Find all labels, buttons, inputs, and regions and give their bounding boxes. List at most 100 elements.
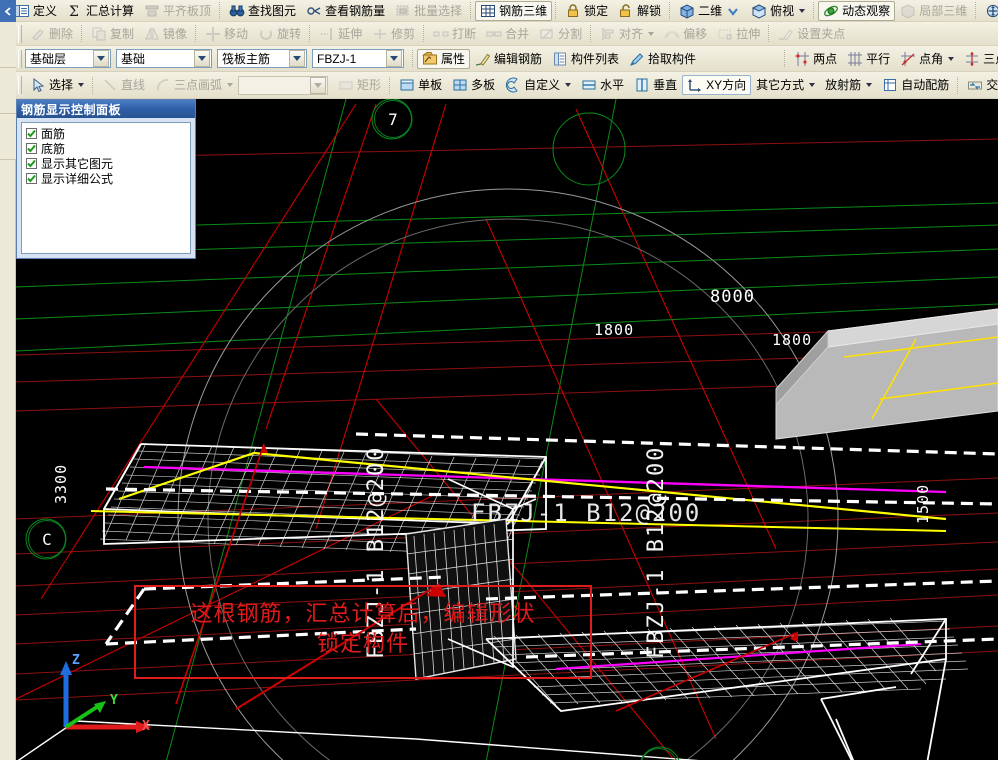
chevron-down-icon[interactable] bbox=[799, 8, 806, 13]
toolbar-button-merge[interactable]: 合并 bbox=[481, 24, 534, 44]
toolbar-button-copy[interactable]: 复制 bbox=[86, 24, 139, 44]
toolbar-button-lock[interactable]: 锁定 bbox=[560, 1, 613, 21]
toolbar-button-radial-rebar[interactable]: 放射筋 bbox=[820, 75, 877, 95]
toolbar-button-fullscreen[interactable]: 全屏 bbox=[980, 1, 998, 21]
category-combo[interactable]: 基础 bbox=[116, 49, 212, 68]
toolbar-button-line[interactable]: 直线 bbox=[97, 75, 150, 95]
toolbar-button-stretch[interactable]: 拉伸 bbox=[712, 24, 765, 44]
rail-cell[interactable] bbox=[0, 68, 16, 114]
chevron-down-icon[interactable] bbox=[948, 56, 955, 61]
three-point-arc-icon bbox=[155, 77, 171, 93]
toolbar-button-edit-rebar[interactable]: 编辑钢筋 bbox=[470, 49, 547, 69]
toolbar-button-extend[interactable]: 延伸 bbox=[314, 24, 367, 44]
toolbar-button-2d[interactable]: 二维 bbox=[674, 1, 746, 21]
checkbox-show-detailed-formula[interactable] bbox=[26, 173, 37, 184]
panel-checkbox-row[interactable]: 面筋 bbox=[26, 126, 186, 141]
rebar-type-combo[interactable]: 筏板主筋 bbox=[217, 49, 307, 68]
3d-viewport[interactable]: 8000 1800 1800 3300 1500 FBZJ-1 B12@200 … bbox=[16, 99, 998, 760]
toolbar-label: 二维 bbox=[698, 3, 723, 18]
chevron-down-icon[interactable] bbox=[725, 3, 741, 19]
multi-slab-icon bbox=[452, 77, 468, 93]
toolbar-button-rotate[interactable]: 旋转 bbox=[253, 24, 306, 44]
toolbar-button-set-grip[interactable]: 设置夹点 bbox=[773, 24, 850, 44]
toolbar-button-three-point-axis[interactable]: 三点辅轴 bbox=[959, 49, 998, 69]
chevron-down-icon[interactable] bbox=[809, 83, 816, 87]
toolbar-label: 镜像 bbox=[163, 26, 188, 41]
toolbar-button-three-point-arc[interactable]: 三点画弧 bbox=[150, 75, 238, 95]
toolbar-button-multi-slab[interactable]: 多板 bbox=[447, 75, 500, 95]
toolbar-button-break[interactable]: 打断 bbox=[428, 24, 481, 44]
toolbar-button-properties[interactable]: 属性 bbox=[417, 48, 471, 69]
checkbox-dijin[interactable] bbox=[26, 143, 37, 154]
rectangle-icon bbox=[338, 77, 354, 93]
toolbar-button-move[interactable]: 移动 bbox=[200, 24, 253, 44]
toolbar-button-offset[interactable]: 偏移 bbox=[659, 24, 712, 44]
draw-mode-combo[interactable] bbox=[238, 75, 329, 95]
toolbar-grip[interactable] bbox=[18, 24, 22, 43]
chevron-down-icon[interactable] bbox=[648, 31, 655, 36]
toolbar-button-top-view[interactable]: 俯视 bbox=[746, 1, 810, 21]
dim-1800a: 1800 bbox=[594, 321, 635, 339]
toolbar-button-split[interactable]: 分割 bbox=[534, 24, 587, 44]
chevron-down-icon[interactable] bbox=[93, 50, 109, 67]
toolbar-button-single-slab[interactable]: 单板 bbox=[394, 75, 447, 95]
toolbar-grip[interactable] bbox=[18, 76, 22, 94]
toolbar-button-swap-lr-label[interactable]: 交换左右标注 bbox=[962, 75, 998, 95]
toolbar-button-custom[interactable]: 自定义 bbox=[500, 75, 576, 95]
unlock-icon bbox=[618, 3, 634, 19]
toolbar-label: 对齐 bbox=[619, 26, 644, 41]
toolbar-button-trim[interactable]: 修剪 bbox=[367, 24, 420, 44]
toolbar-grip[interactable] bbox=[18, 49, 22, 68]
toolbar-button-rebar-3d[interactable]: 钢筋三维 bbox=[475, 0, 553, 21]
toolbar-button-member-list[interactable]: 构件列表 bbox=[547, 49, 624, 69]
chevron-down-icon[interactable] bbox=[386, 50, 402, 67]
toolbar-button-find-element[interactable]: 查找图元 bbox=[224, 1, 301, 21]
toolbar-label: 拾取构件 bbox=[648, 51, 697, 66]
chevron-down-icon[interactable] bbox=[310, 76, 327, 94]
toolbar-button-point-angle-axis[interactable]: 点角 bbox=[895, 49, 959, 69]
toolbar-button-dynamic-orbit[interactable]: 动态观察 bbox=[818, 0, 896, 21]
toolbar-button-batch-select[interactable]: 批量选择 bbox=[390, 1, 467, 21]
rail-cell[interactable] bbox=[0, 114, 16, 160]
axis-bubble-c[interactable]: C bbox=[28, 520, 66, 558]
chevron-down-icon[interactable] bbox=[289, 50, 305, 67]
toolbar-button-select[interactable]: 选择 bbox=[25, 75, 89, 95]
toolbar-label: 点角 bbox=[919, 51, 944, 66]
rail-collapse-button[interactable] bbox=[0, 0, 16, 22]
toolbar-button-rectangle[interactable]: 矩形 bbox=[333, 75, 386, 95]
toolbar-button-two-point-axis[interactable]: 两点 bbox=[789, 49, 842, 69]
panel-title-bar[interactable]: 钢筋显示控制面板 bbox=[17, 100, 195, 118]
chevron-down-icon[interactable] bbox=[227, 83, 234, 87]
toolbar-button-vertical[interactable]: 垂直 bbox=[629, 75, 682, 95]
toolbar-button-mirror[interactable]: 镜像 bbox=[139, 24, 192, 44]
panel-checkbox-row[interactable]: 底筋 bbox=[26, 141, 186, 156]
rail-cell[interactable] bbox=[0, 22, 16, 68]
toolbar-button-horizontal[interactable]: 水平 bbox=[576, 75, 629, 95]
floor-combo[interactable]: 基础层 bbox=[25, 49, 111, 68]
panel-checkbox-row[interactable]: 显示详细公式 bbox=[26, 171, 186, 186]
toolbar-button-pick-member[interactable]: 拾取构件 bbox=[624, 49, 701, 69]
toolbar-button-align[interactable]: 对齐 bbox=[595, 24, 659, 44]
chevron-down-icon[interactable] bbox=[866, 83, 873, 87]
toolbar-button-parallel-axis[interactable]: 平行 bbox=[842, 49, 895, 69]
toolbar-button-summary-calc[interactable]: Σ 汇总计算 bbox=[62, 1, 139, 21]
svg-text:Σ: Σ bbox=[69, 4, 79, 19]
rebar-display-control-panel[interactable]: 钢筋显示控制面板 面筋 底筋 显示其它图元 显示详细公式 bbox=[16, 99, 196, 259]
chevron-down-icon[interactable] bbox=[78, 83, 85, 87]
chevron-down-icon[interactable] bbox=[565, 83, 572, 87]
checkbox-show-other-elements[interactable] bbox=[26, 158, 37, 169]
toolbar-button-align-slab-top[interactable]: 平齐板顶 bbox=[139, 1, 216, 21]
toolbar-button-delete[interactable]: 删除 bbox=[25, 24, 78, 44]
toolbar-button-unlock[interactable]: 解锁 bbox=[613, 1, 666, 21]
chevron-down-icon[interactable] bbox=[194, 50, 210, 67]
checkbox-mianjin[interactable] bbox=[26, 128, 37, 139]
toolbar-button-auto-rebar[interactable]: 自动配筋 bbox=[877, 75, 954, 95]
toolbar-button-view-rebar-qty[interactable]: 查看钢筋量 bbox=[301, 1, 390, 21]
toolbar-button-define[interactable]: 定义 bbox=[9, 1, 62, 21]
member-combo[interactable]: FBZJ-1 bbox=[312, 49, 404, 68]
toolbar-button-xy-direction[interactable]: XY方向 bbox=[682, 75, 752, 95]
toolbar-button-other-method[interactable]: 其它方式 bbox=[751, 75, 820, 95]
axis-bubble-7[interactable]: 7 bbox=[374, 100, 412, 138]
panel-checkbox-row[interactable]: 显示其它图元 bbox=[26, 156, 186, 171]
toolbar-button-local-3d[interactable]: 局部三维 bbox=[895, 1, 972, 21]
